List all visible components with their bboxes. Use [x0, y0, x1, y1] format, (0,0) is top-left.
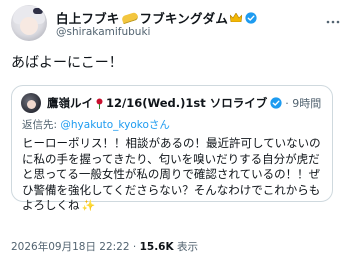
quoted-author-name-suffix[interactable]: 12/16(Wed.)1st ソロライブ	[106, 95, 267, 111]
quoted-tweet-text: ヒーローポリス！！相談があるの！最近許可していないのに私の手を握ってきたり、匂い…	[22, 136, 328, 214]
quoted-text-body: ヒーローポリス！！相談があるの！最近許可していないのに私の手を握ってきたり、匂い…	[22, 136, 321, 213]
rose-emoji-icon	[96, 98, 103, 109]
footer-separator: ·	[132, 241, 137, 253]
views-label: 表示	[176, 241, 198, 253]
author-name-suffix[interactable]: フブキングダム	[140, 8, 229, 27]
author-name-row[interactable]: 白上フブキ フブキングダム	[56, 8, 257, 27]
tweet-datetime[interactable]: 2026年09月18日 22:22	[11, 241, 130, 253]
crown-emoji-icon	[230, 13, 243, 22]
tweet-text: あばよーにこー！	[11, 55, 123, 71]
quoted-verified-badge-icon	[270, 97, 282, 109]
quoted-author-avatar[interactable]	[21, 93, 41, 113]
quoted-author-name[interactable]: 鷹嶺ルイ	[47, 95, 93, 111]
reply-prefix: 返信先:	[22, 119, 61, 131]
quoted-timestamp[interactable]: · 9時間	[285, 95, 321, 111]
quoted-tweet-card[interactable]: 鷹嶺ルイ 12/16(Wed.)1st ソロライブ · 9時間 返信先: @hy…	[11, 85, 333, 212]
more-options-icon[interactable]	[326, 14, 340, 27]
tweet-footer: 2026年09月18日 22:22 · 15.6K 表示	[11, 239, 198, 254]
views-count: 15.6K	[139, 241, 174, 253]
reply-mention-link[interactable]: @hyakuto_kyokoさん	[60, 119, 169, 131]
sparkles-emoji-icon: ✨	[81, 199, 96, 213]
author-avatar[interactable]	[11, 5, 47, 41]
more-horizontal-icon	[326, 20, 340, 24]
author-name[interactable]: 白上フブキ	[56, 8, 120, 27]
avatar-face	[20, 17, 38, 35]
avatar-ribbon	[33, 8, 43, 14]
quoted-reply-context: 返信先: @hyakuto_kyokoさん	[22, 117, 170, 132]
author-handle[interactable]: @shirakamifubuki	[56, 26, 150, 38]
quoted-avatar-face	[27, 100, 36, 109]
verified-badge-icon	[245, 11, 257, 24]
banana-emoji-icon	[120, 11, 139, 24]
quoted-author-row[interactable]: 鷹嶺ルイ 12/16(Wed.)1st ソロライブ · 9時間	[47, 95, 321, 111]
